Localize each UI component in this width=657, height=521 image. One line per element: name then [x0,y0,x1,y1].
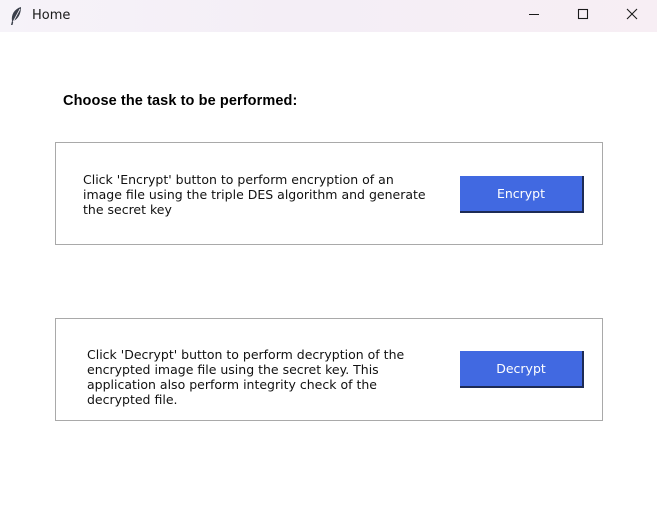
feather-icon [8,6,24,26]
window-title: Home [32,8,71,23]
maximize-icon [577,7,589,25]
title-bar[interactable]: Home [0,0,657,32]
decrypt-description: Click 'Decrypt' button to perform decryp… [87,347,405,407]
home-window: Home Choose the task to be performed: Cl… [0,0,657,521]
encrypt-description: Click 'Encrypt' button to perform encryp… [83,172,426,217]
decrypt-button[interactable]: Decrypt [460,351,584,388]
minimize-button[interactable] [511,0,557,32]
minimize-icon [528,7,540,25]
encrypt-button[interactable]: Encrypt [460,176,584,213]
page-heading: Choose the task to be performed: [63,93,298,109]
close-button[interactable] [609,0,655,32]
encrypt-panel: Click 'Encrypt' button to perform encryp… [55,142,603,245]
decrypt-panel: Click 'Decrypt' button to perform decryp… [55,318,603,421]
maximize-button[interactable] [560,0,606,32]
close-icon [626,7,638,25]
